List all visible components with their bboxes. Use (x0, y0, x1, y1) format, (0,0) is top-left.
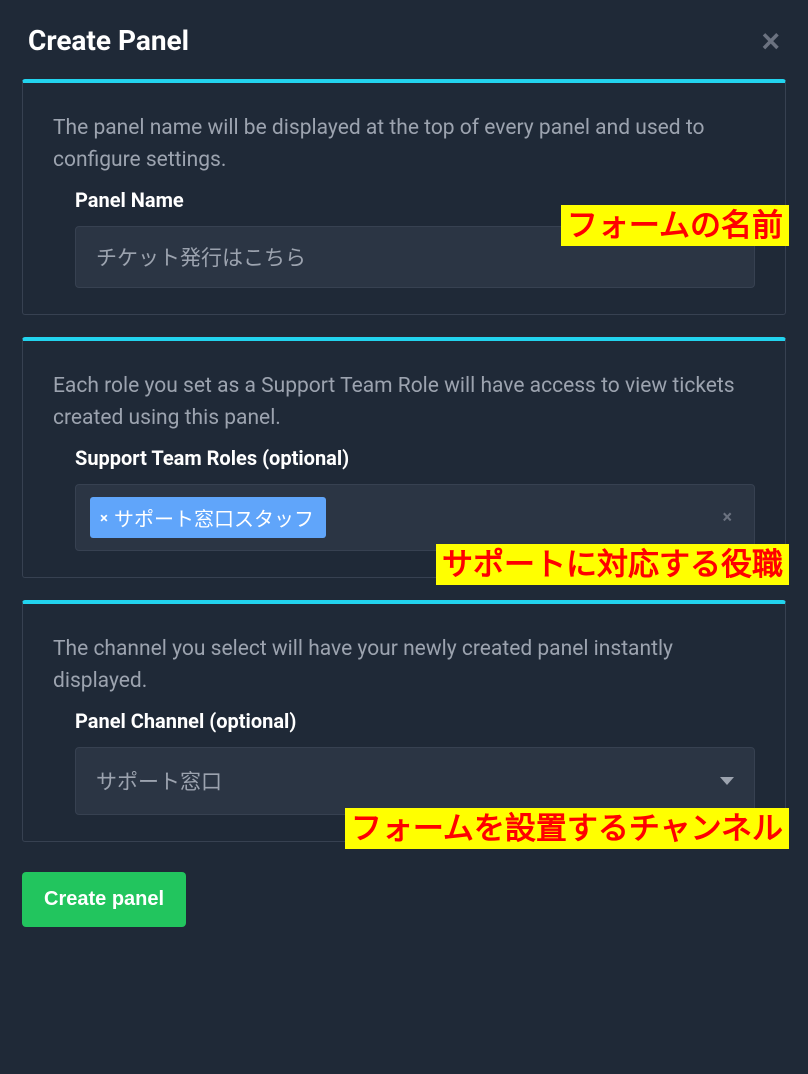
panel-channel-label: Panel Channel (optional) (75, 709, 755, 733)
panel-channel-description: The channel you select will have your ne… (53, 634, 755, 697)
panel-channel-section: The channel you select will have your ne… (22, 600, 786, 842)
support-roles-description: Each role you set as a Support Team Role… (53, 371, 755, 434)
create-panel-modal: Create Panel × The panel name will be di… (0, 0, 808, 949)
close-button[interactable]: × (761, 25, 780, 57)
remove-tag-icon[interactable]: × (100, 509, 108, 527)
modal-title: Create Panel (28, 24, 189, 57)
panel-channel-value: サポート窓口 (96, 766, 222, 796)
annotation-channel: フォームを設置するチャンネル (345, 808, 789, 849)
annotation-form-name: フォームの名前 (561, 205, 789, 246)
create-panel-button[interactable]: Create panel (22, 872, 186, 927)
modal-footer: Create panel (0, 864, 808, 949)
support-roles-label: Support Team Roles (optional) (75, 446, 755, 470)
panel-name-description: The panel name will be displayed at the … (53, 113, 755, 176)
support-roles-section: Each role you set as a Support Team Role… (22, 337, 786, 578)
support-roles-input[interactable]: × サポート窓口スタッフ × (75, 484, 755, 551)
role-tag[interactable]: × サポート窓口スタッフ (90, 497, 326, 538)
role-tag-label: サポート窓口スタッフ (114, 503, 314, 532)
modal-body: The panel name will be displayed at the … (0, 79, 808, 842)
modal-header: Create Panel × (0, 0, 808, 79)
clear-roles-icon[interactable]: × (722, 507, 740, 528)
close-icon: × (761, 23, 780, 59)
panel-channel-select[interactable]: サポート窓口 (75, 747, 755, 815)
panel-name-section: The panel name will be displayed at the … (22, 79, 786, 315)
annotation-support-role: サポートに対応する役職 (436, 544, 789, 585)
chevron-down-icon (720, 777, 734, 785)
